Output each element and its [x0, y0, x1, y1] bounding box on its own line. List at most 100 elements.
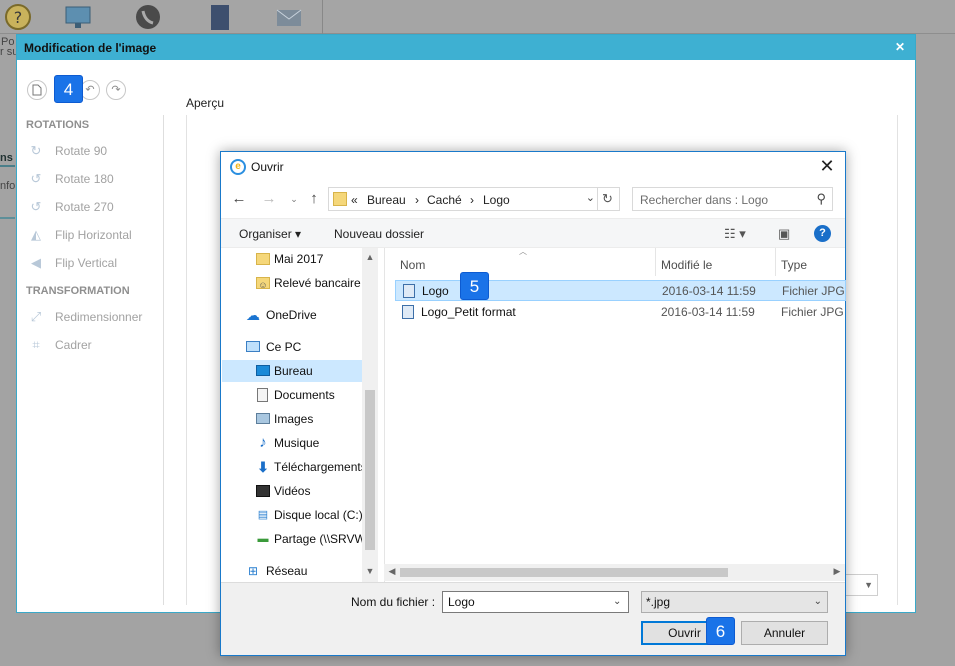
tree-item-label: Disque local (C:) [274, 508, 363, 522]
rotate-270-tool[interactable]: ↺ Rotate 270 [26, 197, 156, 217]
organize-button[interactable]: Organiser ▾ [239, 227, 301, 241]
tree-item-label: Relevé bancaire [274, 276, 361, 290]
background-toolbar: ? [0, 0, 955, 34]
scroll-left-icon[interactable]: ◀ [384, 566, 400, 577]
folder-icon [333, 192, 347, 206]
file-type: Fichier JPG [782, 284, 845, 298]
file-modified: 2016-03-14 11:59 [661, 305, 755, 319]
breadcrumb-item[interactable]: Bureau [367, 193, 406, 207]
chevron-down-icon[interactable]: ⌄ [613, 596, 621, 607]
tree-item-onedrive[interactable]: ☁ OneDrive [222, 304, 362, 326]
resize-tool[interactable]: ⤢ Redimensionner [26, 307, 156, 327]
undo-button[interactable]: ↶ [80, 80, 100, 100]
flip-vertical-icon: ◀ [31, 255, 41, 270]
tree-item-releve[interactable]: ☺ Relevé bancaire [222, 272, 362, 294]
column-header-modified[interactable]: Modifié le [661, 258, 712, 272]
recent-locations-button[interactable]: ⌄ [285, 190, 303, 208]
rotate-90-tool[interactable]: ↻ Rotate 90 [26, 141, 156, 161]
network-icon: ⊞ [247, 564, 259, 578]
crop-tool[interactable]: ⌗ Cadrer [26, 335, 156, 355]
background-text: nfo [0, 180, 16, 192]
document-icon [32, 84, 42, 96]
address-bar[interactable]: « Bureau › Caché › Logo ⌄ ↻ [328, 187, 620, 211]
new-folder-button[interactable]: Nouveau dossier [334, 227, 424, 241]
chevron-down-icon[interactable]: ⌄ [586, 191, 595, 204]
breadcrumb-item[interactable]: Logo [483, 193, 510, 207]
tree-item-label: Partage (\\SRVW [274, 532, 366, 546]
search-box[interactable]: Rechercher dans : Logo ⚲ [632, 187, 833, 211]
scroll-down-icon[interactable]: ▼ [362, 566, 378, 576]
tree-item-bureau[interactable]: Bureau [222, 360, 362, 382]
documents-icon [257, 388, 268, 402]
cloud-icon: ☁ [246, 307, 260, 323]
open-file-dialog: e Ouvrir ✕ ← → ⌄ ↑ « Bureau › Caché › Lo… [220, 151, 846, 656]
tree-item-label: OneDrive [266, 308, 317, 322]
view-options-icon[interactable]: ☷ ▾ [724, 226, 746, 242]
command-bar: Organiser ▾ Nouveau dossier ☷ ▾ ▣ ? [221, 218, 845, 248]
cancel-button[interactable]: Annuler [741, 621, 828, 645]
resize-icon: ⤢ [30, 309, 42, 324]
redo-icon: ↷ [111, 84, 121, 96]
breadcrumb-prefix[interactable]: « [351, 193, 358, 207]
tree-item-reseau[interactable]: ⊞ Réseau [222, 560, 362, 582]
flip-vertical-tool[interactable]: ◀ Flip Vertical [26, 253, 156, 273]
tree-item-label: Mai 2017 [274, 252, 324, 266]
rotate-icon: ↺ [30, 171, 42, 186]
column-header-type[interactable]: Type [781, 258, 807, 272]
tree-item-disque-local[interactable]: ▤ Disque local (C:) [222, 504, 363, 526]
flip-horizontal-icon: ◭ [31, 227, 41, 242]
tree-item-images[interactable]: Images [222, 408, 362, 430]
drive-icon: ▤ [257, 509, 269, 521]
tree-item-ce-pc[interactable]: Ce PC [222, 336, 362, 358]
filename-input[interactable]: Logo [442, 591, 629, 613]
help-icon: ? [5, 4, 31, 30]
column-header-name[interactable]: Nom [400, 258, 425, 272]
tree-item-documents[interactable]: Documents [222, 384, 362, 406]
forward-button[interactable]: → [260, 190, 278, 208]
breadcrumb-item[interactable]: Caché [427, 193, 462, 207]
help-icon[interactable]: ? [814, 225, 831, 242]
close-icon[interactable]: ✕ [817, 156, 837, 177]
video-icon [256, 485, 270, 497]
refresh-icon[interactable]: ↻ [597, 188, 617, 210]
remote-icon [65, 6, 91, 28]
column-divider[interactable] [655, 248, 656, 276]
tool-label: Redimensionner [55, 310, 143, 324]
scrollbar-thumb[interactable] [400, 568, 728, 577]
file-row[interactable]: Logo_Petit format 2016-03-14 11:59 Fichi… [395, 302, 846, 323]
rotate-180-tool[interactable]: ↺ Rotate 180 [26, 169, 156, 189]
close-icon[interactable]: ✕ [893, 40, 907, 54]
tree-item-musique[interactable]: ♪ Musique [222, 432, 362, 454]
tool-label: Flip Horizontal [55, 228, 132, 242]
transformation-heading: TRANSFORMATION [26, 285, 130, 297]
file-list: Nom ︿ Modifié le Type Logo 2016-03-14 11… [384, 247, 846, 582]
file-modified: 2016-03-14 11:59 [662, 284, 756, 298]
flip-horizontal-tool[interactable]: ◭ Flip Horizontal [26, 225, 156, 245]
scrollbar-thumb[interactable] [365, 390, 375, 550]
back-button[interactable]: ← [230, 190, 248, 208]
chevron-down-icon: ▼ [864, 580, 873, 590]
column-divider[interactable] [775, 248, 776, 276]
preview-pane-icon[interactable]: ▣ [778, 226, 790, 242]
tree-item-partage[interactable]: ▬ Partage (\\SRVW [222, 528, 366, 550]
scroll-up-icon[interactable]: ▲ [362, 252, 378, 262]
tree-scrollbar[interactable]: ▲ ▼ [362, 248, 378, 582]
rotate-icon: ↻ [30, 143, 42, 158]
file-type: Fichier JPG [781, 305, 844, 319]
svg-text:?: ? [14, 8, 23, 27]
up-button[interactable]: ↑ [305, 190, 323, 208]
scroll-right-icon[interactable]: ▶ [829, 566, 845, 577]
tree-item-label: Images [274, 412, 314, 426]
redo-button[interactable]: ↷ [106, 80, 126, 100]
file-list-hscrollbar[interactable]: ◀ ▶ [384, 564, 845, 581]
tree-item-telechargements[interactable]: ⬇ Téléchargements [222, 456, 367, 478]
filetype-select[interactable]: *.jpg ⌄ [641, 591, 828, 613]
background-tab-underline [0, 165, 15, 167]
zoom-select[interactable]: ▼ [843, 574, 878, 596]
preview-label: Aperçu [186, 96, 225, 110]
tree-item-mai-2017[interactable]: Mai 2017 [222, 248, 362, 270]
tree-item-videos[interactable]: Vidéos [222, 480, 362, 502]
rotations-heading: ROTATIONS [26, 119, 90, 131]
new-file-button[interactable] [27, 80, 47, 100]
crop-icon: ⌗ [32, 337, 40, 352]
